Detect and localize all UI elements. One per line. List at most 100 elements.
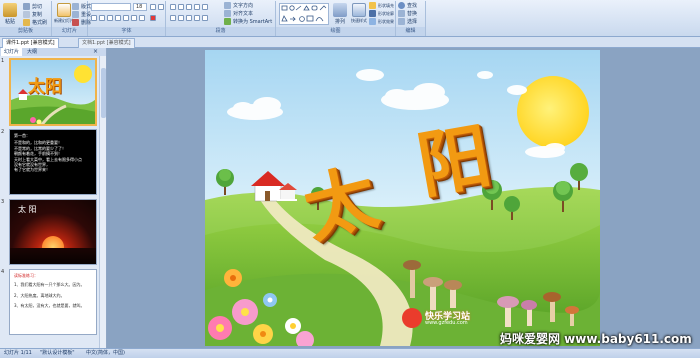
doc-tab-2[interactable]: 文档1.ppt [兼容模式] [78, 38, 135, 48]
format-painter-button[interactable]: 格式刷 [23, 19, 47, 26]
paragraph-label: 段落 [166, 27, 275, 36]
font-color-icon[interactable] [150, 15, 156, 21]
drawing-label: 绘图 [276, 27, 395, 36]
delete-icon [72, 19, 79, 26]
shape-outline-button[interactable]: 形状轮廓 [369, 10, 394, 17]
shrink-font-icon[interactable] [158, 4, 164, 10]
align-center-icon[interactable] [178, 15, 184, 21]
reset-icon [72, 11, 79, 18]
replace-button[interactable]: 替换 [398, 10, 417, 17]
smartart-button[interactable]: 转换为 SmartArt [224, 18, 272, 25]
copy-button[interactable]: 复制 [23, 11, 42, 18]
theme-name: "默认设计模板" [40, 350, 75, 356]
close-pane-icon[interactable]: × [90, 48, 101, 56]
thumbnail-scrollbar[interactable] [99, 56, 106, 348]
columns-icon[interactable] [202, 15, 208, 21]
change-case-icon[interactable] [139, 15, 145, 21]
slide-number: 1 [1, 58, 5, 64]
scroll-thumb[interactable] [101, 68, 106, 118]
increase-indent-icon[interactable] [194, 4, 200, 10]
powerpoint-window: 粘贴 剪切 复制 格式刷 剪贴板 新建幻灯片 版式 重设 删除 幻灯片 18 字… [0, 0, 700, 358]
scissors-icon [23, 3, 30, 10]
strikethrough-icon[interactable] [115, 15, 121, 21]
current-slide[interactable]: 太 阳 快乐学习站 www.gzfedu.com [205, 50, 600, 346]
editing-label: 编辑 [396, 27, 425, 36]
slide-thumbnail-2[interactable]: 第一首： 不是和的，比和的更重要！ 不是常的，比常的要少了了！ 朝颜有着花，手前… [9, 129, 97, 195]
clipboard-label: 剪贴板 [0, 27, 51, 36]
italic-icon[interactable] [99, 15, 105, 21]
drawing-group: 排列 快速样式 形状填充 形状轮廓 形状效果 绘图 [276, 1, 396, 36]
shadow-icon[interactable] [123, 15, 129, 21]
paste-button[interactable]: 粘贴 [3, 3, 17, 25]
logo-icon [402, 308, 422, 328]
tab-slides[interactable]: 幻灯片 [1, 48, 23, 56]
new-slide-icon [57, 3, 71, 17]
align-text-button[interactable]: 对齐文本 [224, 10, 253, 17]
arrange-icon [333, 3, 347, 17]
char-spacing-icon[interactable] [131, 15, 137, 21]
pane-tabs: 幻灯片 大纲 × [0, 48, 106, 56]
watermark-text: 妈咪爱婴网 www.baby611.com [500, 332, 692, 346]
slide-number: 4 [1, 269, 5, 275]
doc-tab-1[interactable]: 课件1.ppt [兼容模式] [2, 38, 59, 48]
text-direction-button[interactable]: 文字方向 [224, 2, 253, 9]
select-button[interactable]: 选择 [398, 18, 417, 25]
thumbnail-4-text: 读标准练习： 1、我们看大阳有一只个那么大。因为。 2、大阳热度。离地球大约。 … [14, 273, 85, 309]
find-button[interactable]: 查找 [398, 2, 417, 9]
slide-thumbnail-1[interactable]: 太阳 [9, 58, 97, 126]
shape-effects-button[interactable]: 形状效果 [369, 18, 394, 25]
slide-counter: 幻灯片 1/11 [4, 350, 32, 356]
line-spacing-icon[interactable] [202, 4, 208, 10]
layout-icon [72, 3, 79, 10]
shape-fill-button[interactable]: 形状填充 [369, 2, 394, 9]
slide-background-art [205, 50, 600, 346]
copy-icon [23, 11, 30, 18]
slide-number: 3 [1, 199, 5, 205]
slides-label: 幻灯片 [52, 27, 87, 36]
slide-thumbnail-3[interactable]: 太 阳 [9, 199, 97, 265]
logo-subtext: www.gzfedu.com [425, 320, 468, 326]
outline-icon [369, 10, 376, 17]
cut-button[interactable]: 剪切 [23, 3, 42, 10]
font-name-combo[interactable] [91, 3, 131, 11]
numbering-icon[interactable] [178, 4, 184, 10]
new-slide-button[interactable]: 新建幻灯片 [54, 3, 74, 24]
bold-icon[interactable] [91, 15, 97, 21]
editing-group: 查找 替换 选择 编辑 [396, 1, 426, 36]
grow-font-icon[interactable] [150, 4, 156, 10]
slides-pane: 幻灯片 大纲 × 1 太阳 2 第一首： 不是和的，比和的更重要！ 不是常的，比… [0, 48, 106, 348]
effects-icon [369, 18, 376, 25]
quick-styles-button[interactable]: 快速样式 [351, 3, 367, 24]
align-text-icon [224, 10, 231, 17]
select-icon [398, 18, 405, 25]
tab-outline[interactable]: 大纲 [24, 48, 40, 56]
quick-styles-icon [352, 3, 366, 17]
bullets-icon[interactable] [170, 4, 176, 10]
language-indicator: 中文(简体，中国) [86, 350, 125, 356]
status-bar: 幻灯片 1/11 "默认设计模板" 中文(简体，中国) [0, 348, 700, 358]
smartart-icon [224, 18, 231, 25]
slides-group: 新建幻灯片 版式 重设 删除 幻灯片 [52, 1, 91, 36]
document-tabs: 课件1.ppt [兼容模式] 文档1.ppt [兼容模式] [0, 37, 700, 48]
clipboard-group: 粘贴 剪切 复制 格式刷 剪贴板 [0, 1, 52, 36]
find-icon [398, 2, 405, 9]
slide-number: 2 [1, 129, 5, 135]
arrange-button[interactable]: 排列 [333, 3, 347, 25]
slide-editing-area: 太 阳 快乐学习站 www.gzfedu.com [107, 48, 700, 348]
replace-icon [398, 10, 405, 17]
text-direction-icon [224, 2, 231, 9]
font-size-combo[interactable]: 18 [133, 3, 147, 11]
thumbnail-3-title: 太 阳 [18, 205, 37, 214]
slide-thumbnail-4[interactable]: 读标准练习： 1、我们看大阳有一只个那么大。因为。 2、大阳热度。离地球大约。 … [9, 269, 97, 335]
paste-icon [3, 3, 17, 17]
align-left-icon[interactable] [170, 15, 176, 21]
thumbnail-2-text: 第一首： 不是和的，比和的更重要！ 不是常的，比常的要少了了！ 朝颜有着花，手前… [14, 133, 82, 173]
font-label: 字体 [88, 27, 165, 36]
underline-icon[interactable] [107, 15, 113, 21]
shapes-gallery[interactable] [279, 3, 329, 25]
decrease-indent-icon[interactable] [186, 4, 192, 10]
ribbon: 粘贴 剪切 复制 格式刷 剪贴板 新建幻灯片 版式 重设 删除 幻灯片 18 字… [0, 0, 700, 37]
align-right-icon[interactable] [186, 15, 192, 21]
paragraph-group: 文字方向 对齐文本 转换为 SmartArt 段落 [166, 1, 276, 36]
justify-icon[interactable] [194, 15, 200, 21]
